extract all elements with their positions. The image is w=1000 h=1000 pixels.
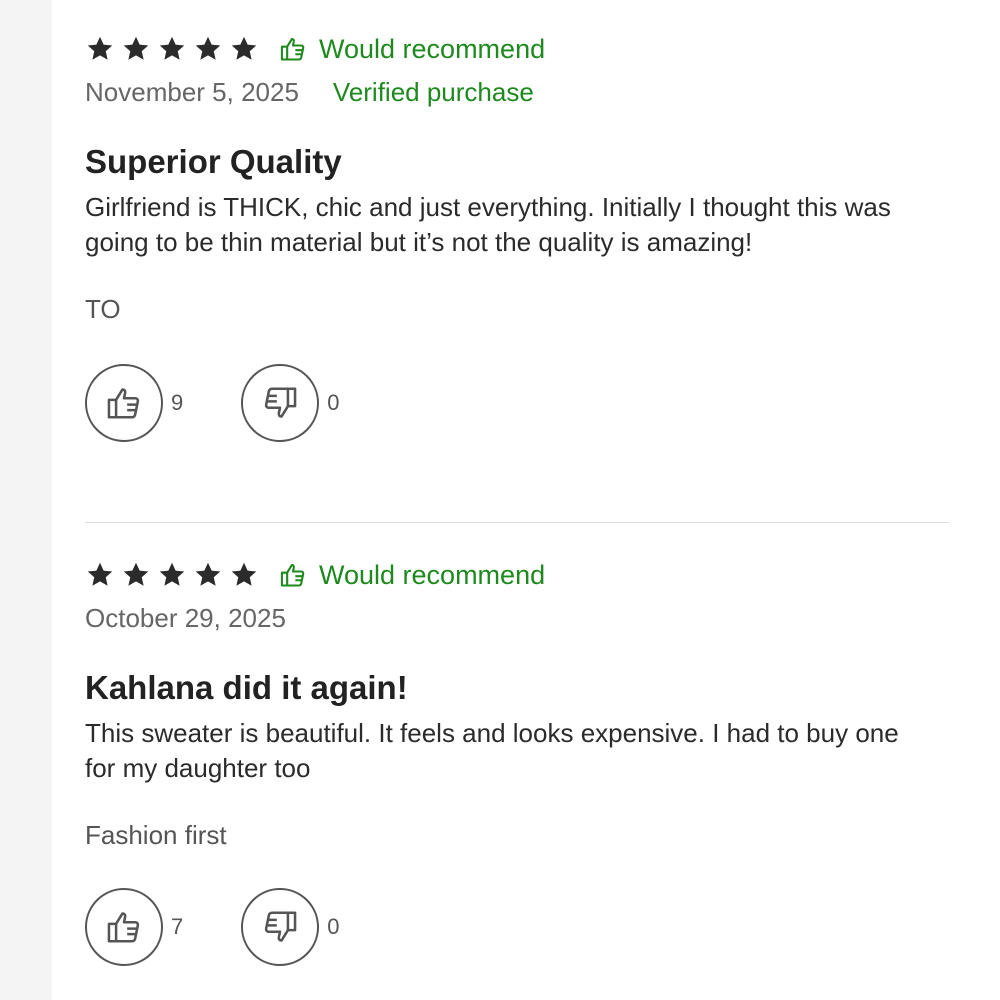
review-divider: [85, 522, 949, 523]
star-icon: [231, 562, 257, 586]
helpful-button[interactable]: [85, 888, 163, 966]
unhelpful-count: 0: [327, 390, 340, 415]
thumbs-up-icon: [280, 564, 305, 587]
star-icon: [231, 36, 257, 60]
helpful-count: 7: [171, 914, 184, 939]
vote-row: 9 0: [85, 364, 965, 442]
recommend-label: Would recommend: [319, 559, 546, 590]
recommend-badge: Would recommend: [279, 560, 545, 591]
thumbs-down-icon: [265, 387, 297, 418]
review-date: October 29, 2025: [85, 602, 286, 633]
review-date: November 5, 2025: [85, 76, 299, 107]
unhelpful-count: 0: [327, 914, 340, 939]
review-body: This sweater is beautiful. It feels and …: [85, 718, 899, 783]
star-icon: [123, 562, 149, 586]
thumbs-up-icon: [107, 912, 140, 943]
rating-row: Would recommend: [85, 28, 965, 70]
reviews-panel: Would recommend November 5, 2025 Verifie…: [52, 0, 1000, 1000]
review-title: Superior Quality: [85, 143, 342, 180]
unhelpful-button[interactable]: [241, 888, 320, 966]
unhelpful-button[interactable]: [241, 364, 320, 442]
review-author: TO: [85, 294, 121, 324]
thumbs-down-icon: [265, 911, 297, 942]
star-icon: [123, 36, 149, 60]
review-body: Girlfriend is THICK, chic and just every…: [85, 192, 891, 257]
review-card: Would recommend November 5, 2025 Verifie…: [85, 28, 965, 442]
unhelpful-vote: 0: [241, 364, 340, 442]
thumbs-up-icon: [107, 388, 140, 419]
review-card: Would recommend October 29, 2025 Kahlana…: [85, 554, 965, 966]
star-icon: [159, 562, 185, 586]
review-title: Kahlana did it again!: [85, 669, 408, 706]
review-meta: November 5, 2025 Verified purchase: [85, 72, 965, 112]
star-rating: [85, 560, 259, 590]
rating-row: Would recommend: [85, 554, 965, 596]
verified-badge: Verified purchase: [332, 76, 534, 107]
star-rating: [85, 34, 259, 64]
recommend-badge: Would recommend: [279, 34, 545, 65]
review-meta: October 29, 2025: [85, 598, 965, 638]
recommend-label: Would recommend: [319, 33, 546, 64]
helpful-vote: 7: [85, 888, 183, 966]
helpful-vote: 9: [85, 364, 183, 442]
helpful-button[interactable]: [85, 364, 163, 442]
star-icon: [87, 36, 113, 60]
unhelpful-vote: 0: [241, 888, 340, 966]
review-author: Fashion first: [85, 820, 227, 850]
star-icon: [195, 562, 221, 586]
thumbs-up-icon: [280, 38, 305, 61]
helpful-count: 9: [171, 390, 184, 415]
vote-row: 7 0: [85, 888, 965, 966]
star-icon: [195, 36, 221, 60]
star-icon: [159, 36, 185, 60]
star-icon: [87, 562, 113, 586]
